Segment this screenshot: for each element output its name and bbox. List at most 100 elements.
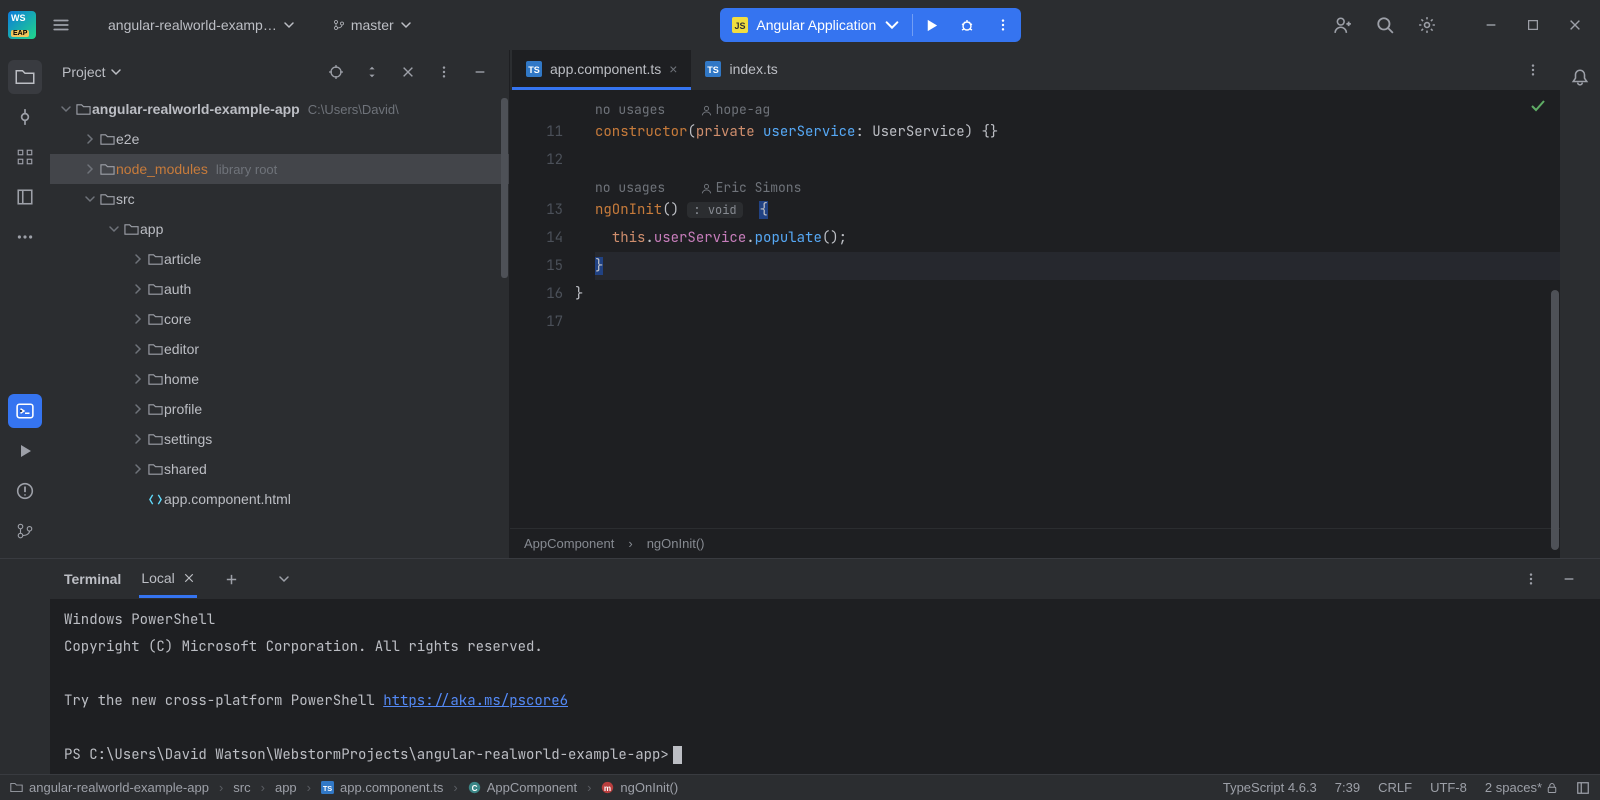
terminal-dropdown-button[interactable] xyxy=(267,562,301,596)
branch-name: master xyxy=(351,17,394,33)
editor-tab[interactable]: index.ts xyxy=(691,50,791,90)
typescript-version-widget[interactable]: TypeScript 4.6.3 xyxy=(1223,780,1317,795)
navigation-bar[interactable]: angular-realworld-example-app› src› app›… xyxy=(10,780,678,795)
html-icon xyxy=(148,492,163,507)
tree-row[interactable]: core xyxy=(50,304,509,334)
terminal-tab[interactable]: Local xyxy=(139,561,196,598)
chevron-icon xyxy=(132,433,144,445)
left-tool-rail xyxy=(0,50,50,558)
run-config-selector[interactable]: Angular Application xyxy=(720,8,912,42)
select-opened-file-button[interactable] xyxy=(319,55,353,89)
tree-row[interactable]: profile xyxy=(50,394,509,424)
editor-gutter[interactable]: 11 12 13 14 15 16 17 xyxy=(510,90,575,528)
terminal-options-button[interactable] xyxy=(1514,562,1548,596)
tree-row[interactable]: e2e xyxy=(50,124,509,154)
run-more-button[interactable] xyxy=(985,8,1021,42)
folder-icon xyxy=(148,462,163,477)
editor-tab[interactable]: app.component.ts× xyxy=(512,50,691,90)
tree-row[interactable]: editor xyxy=(50,334,509,364)
more-icon xyxy=(1524,572,1538,586)
search-button[interactable] xyxy=(1368,8,1402,42)
project-tree[interactable]: angular-realworld-example-app C:\Users\D… xyxy=(50,94,509,558)
folder-icon xyxy=(148,432,163,447)
git-branch-selector[interactable]: master xyxy=(329,11,416,39)
js-icon xyxy=(732,17,748,33)
tree-row-root[interactable]: angular-realworld-example-app C:\Users\D… xyxy=(50,94,509,124)
terminal-cursor xyxy=(673,746,682,764)
terminal-body[interactable]: Windows PowerShell Copyright (C) Microso… xyxy=(50,599,1600,774)
debug-button[interactable] xyxy=(949,8,985,42)
structure-tool-button[interactable] xyxy=(8,140,42,174)
expand-all-button[interactable] xyxy=(355,55,389,89)
close-icon[interactable] xyxy=(183,572,195,584)
code-with-me-button[interactable] xyxy=(1326,8,1360,42)
tree-row[interactable]: shared xyxy=(50,454,509,484)
main-menu-button[interactable] xyxy=(44,8,78,42)
tab-close-button[interactable]: × xyxy=(669,61,677,77)
user-icon xyxy=(701,105,712,116)
collapse-all-button[interactable] xyxy=(391,55,425,89)
more-icon xyxy=(16,228,34,246)
powershell-link[interactable]: https://aka.ms/pscore6 xyxy=(383,692,568,710)
user-icon xyxy=(701,183,712,194)
vcs-tool-button[interactable] xyxy=(8,514,42,548)
window-maximize-button[interactable] xyxy=(1516,8,1550,42)
project-scrollbar[interactable] xyxy=(500,94,509,558)
project-tool-button[interactable] xyxy=(8,60,42,94)
run-button[interactable] xyxy=(913,8,949,42)
run-tool-button[interactable] xyxy=(8,434,42,468)
settings-button[interactable] xyxy=(1410,8,1444,42)
indent-widget[interactable]: 2 spaces* xyxy=(1485,780,1558,795)
problems-tool-button[interactable] xyxy=(8,474,42,508)
tree-row[interactable]: home xyxy=(50,364,509,394)
project-panel: Project angular-realworld-example-app C:… xyxy=(50,50,510,558)
tree-row[interactable]: article xyxy=(50,244,509,274)
project-view-selector[interactable]: Project xyxy=(62,64,122,80)
folder-icon xyxy=(100,162,115,177)
tree-row[interactable]: app.component.html xyxy=(50,484,509,514)
encoding-widget[interactable]: UTF-8 xyxy=(1430,780,1467,795)
breadcrumb-item[interactable]: AppComponent xyxy=(524,536,614,551)
project-name: angular-realworld-examp… xyxy=(108,17,277,33)
commit-tool-button[interactable] xyxy=(8,100,42,134)
line-separator-widget[interactable]: CRLF xyxy=(1378,780,1412,795)
minimize-icon xyxy=(473,65,487,79)
terminal-icon xyxy=(16,402,34,420)
editor-body[interactable]: 11 12 13 14 15 16 17 no usages hope-ag c… xyxy=(510,90,1560,528)
close-icon xyxy=(1568,18,1582,32)
ts-icon xyxy=(705,61,721,77)
chevron-down-icon xyxy=(60,103,72,115)
method-icon xyxy=(601,781,614,794)
tree-row[interactable]: settings xyxy=(50,424,509,454)
caret-position-widget[interactable]: 7:39 xyxy=(1335,780,1360,795)
target-icon xyxy=(328,64,344,80)
tree-label: e2e xyxy=(116,131,139,147)
chevron-icon xyxy=(132,343,144,355)
panel-options-button[interactable] xyxy=(427,55,461,89)
hide-terminal-button[interactable] xyxy=(1552,562,1586,596)
editor-breadcrumb[interactable]: AppComponent › ngOnInit() xyxy=(510,528,1560,558)
window-close-button[interactable] xyxy=(1558,8,1592,42)
new-terminal-button[interactable] xyxy=(215,562,249,596)
inspection-ok-icon[interactable] xyxy=(1530,98,1546,114)
tree-row[interactable]: auth xyxy=(50,274,509,304)
more-tools-button[interactable] xyxy=(8,220,42,254)
editor-scrollbar[interactable] xyxy=(1550,90,1560,528)
project-selector[interactable]: angular-realworld-examp… xyxy=(104,11,299,39)
play-icon xyxy=(17,443,33,459)
run-config-label: Angular Application xyxy=(756,17,876,33)
webstorm-logo-icon: EAP xyxy=(8,11,36,39)
editor-code[interactable]: no usages hope-ag constructor(private us… xyxy=(575,90,1560,528)
folder-icon xyxy=(148,312,163,327)
breadcrumb-item[interactable]: ngOnInit() xyxy=(647,536,705,551)
status-more-button[interactable] xyxy=(1576,781,1590,795)
editor-tabs-options-button[interactable] xyxy=(1516,53,1550,87)
layout-tool-button[interactable] xyxy=(8,180,42,214)
tree-row[interactable]: node_moduleslibrary root xyxy=(50,154,509,184)
terminal-tool-button[interactable] xyxy=(8,394,42,428)
window-minimize-button[interactable] xyxy=(1474,8,1508,42)
tree-row[interactable]: app xyxy=(50,214,509,244)
tree-row[interactable]: src xyxy=(50,184,509,214)
notifications-button[interactable] xyxy=(1563,60,1597,94)
hide-panel-button[interactable] xyxy=(463,55,497,89)
